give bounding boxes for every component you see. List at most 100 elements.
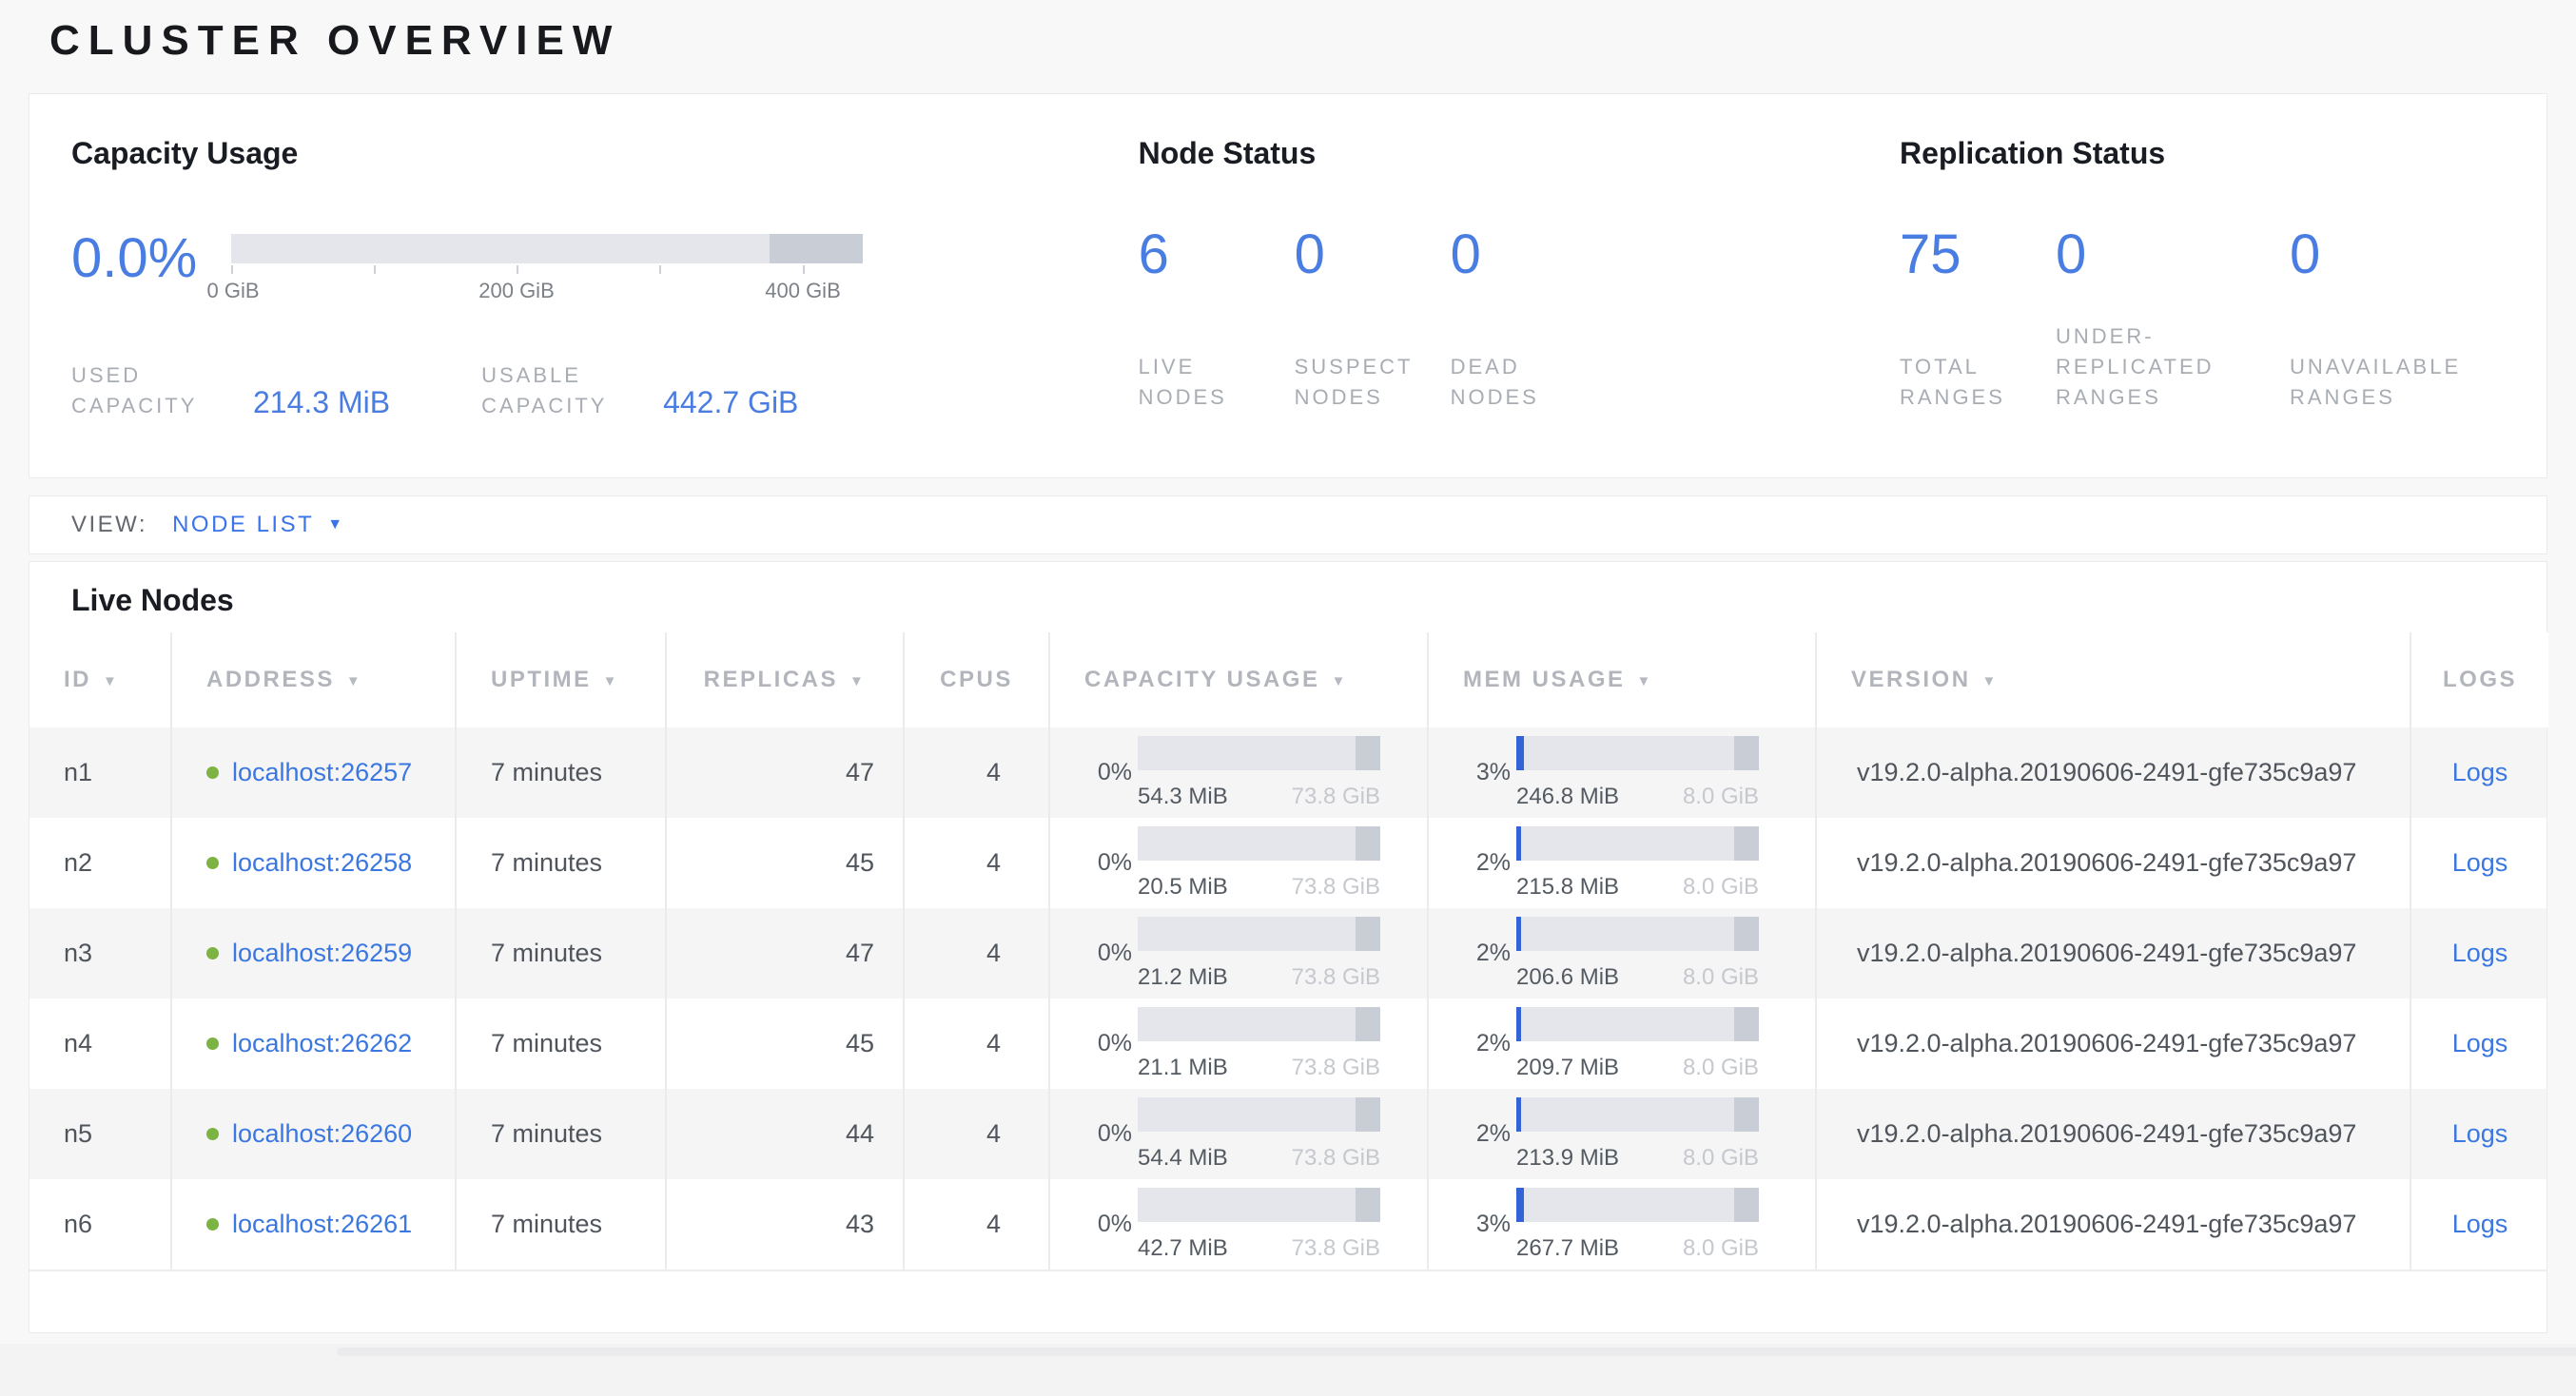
capacity-gauge-bar bbox=[231, 234, 863, 263]
node-replicas-cell: 44 bbox=[665, 1089, 903, 1179]
column-header-id[interactable]: ID ▼ bbox=[29, 632, 170, 727]
node-version-cell: v19.2.0-alpha.20190606-2491-gfe735c9a97 bbox=[1815, 908, 2410, 999]
capacity-percent: 0% bbox=[1084, 1120, 1132, 1148]
mem-used-fill bbox=[1516, 1188, 1524, 1222]
under-replicated-ranges-label: UNDER- REPLICATED RANGES bbox=[2056, 321, 2290, 413]
mem-used-value: 209.7 MiB bbox=[1516, 1055, 1619, 1081]
view-label: VIEW: bbox=[71, 512, 147, 538]
table-row: n6 localhost:26261 7 minutes 43 4 0% bbox=[29, 1179, 2547, 1270]
node-id-cell: n5 bbox=[29, 1089, 170, 1179]
node-logs-cell: Logs bbox=[2410, 818, 2548, 908]
mem-mini-bar bbox=[1516, 917, 1759, 951]
axis-label-400gib: 400 GiB bbox=[765, 279, 841, 303]
mem-reserved-segment bbox=[1734, 917, 1759, 951]
node-logs-cell: Logs bbox=[2410, 1179, 2548, 1270]
axis-label-0gib: 0 GiB bbox=[206, 279, 259, 303]
node-replicas-cell: 45 bbox=[665, 999, 903, 1089]
column-header-capacity-usage[interactable]: CAPACITY USAGE ▼ bbox=[1048, 632, 1427, 727]
node-logs-link[interactable]: Logs bbox=[2452, 1119, 2508, 1149]
node-status-section: Node Status 6 LIVE NODES 0 SUSPECT NODES… bbox=[1139, 138, 1900, 477]
node-replicas-cell: 45 bbox=[665, 818, 903, 908]
sort-arrow-icon: ▼ bbox=[849, 673, 866, 689]
table-row: n3 localhost:26259 7 minutes 47 4 0% bbox=[29, 908, 2547, 999]
capacity-used-value: 54.3 MiB bbox=[1138, 784, 1228, 810]
node-address-link[interactable]: localhost:26257 bbox=[232, 758, 412, 787]
node-version-cell: v19.2.0-alpha.20190606-2491-gfe735c9a97 bbox=[1815, 727, 2410, 818]
node-id-cell: n2 bbox=[29, 818, 170, 908]
node-logs-link[interactable]: Logs bbox=[2452, 758, 2508, 787]
node-logs-link[interactable]: Logs bbox=[2452, 848, 2508, 878]
sort-arrow-icon: ▼ bbox=[1637, 673, 1653, 689]
column-header-uptime[interactable]: UPTIME ▼ bbox=[455, 632, 665, 727]
node-mem-usage-cell: 2% 213.9 MiB 8.0 GiB bbox=[1427, 1089, 1815, 1179]
node-logs-cell: Logs bbox=[2410, 908, 2548, 999]
total-ranges-count: 75 bbox=[1900, 230, 2056, 280]
total-ranges-label: TOTAL RANGES bbox=[1900, 352, 2056, 413]
mem-mini-bar bbox=[1516, 736, 1759, 770]
node-version-cell: v19.2.0-alpha.20190606-2491-gfe735c9a97 bbox=[1815, 1089, 2410, 1179]
mem-reserved-segment bbox=[1734, 1007, 1759, 1041]
mem-used-value: 246.8 MiB bbox=[1516, 784, 1619, 810]
mem-total-value: 8.0 GiB bbox=[1683, 1055, 1759, 1081]
capacity-gauge-axis-labels: 0 GiB 200 GiB 400 GiB bbox=[231, 279, 863, 307]
mem-used-fill bbox=[1516, 1097, 1521, 1132]
node-id-cell: n3 bbox=[29, 908, 170, 999]
mem-reserved-segment bbox=[1734, 826, 1759, 861]
under-replicated-ranges-stat: 0 UNDER- REPLICATED RANGES bbox=[2056, 230, 2290, 413]
live-nodes-title: Live Nodes bbox=[29, 562, 2547, 632]
mem-used-value: 206.6 MiB bbox=[1516, 964, 1619, 991]
sort-arrow-icon: ▼ bbox=[103, 673, 119, 689]
capacity-nonusable-segment bbox=[1356, 1097, 1380, 1132]
usable-capacity-label: USABLE CAPACITY bbox=[481, 360, 657, 421]
under-replicated-ranges-count: 0 bbox=[2056, 230, 2290, 280]
node-logs-link[interactable]: Logs bbox=[2452, 1029, 2508, 1058]
column-header-replicas[interactable]: REPLICAS ▼ bbox=[665, 632, 903, 727]
capacity-mini-bar bbox=[1138, 736, 1380, 770]
capacity-usage-section: Capacity Usage 0.0% 0 GiB 200 GiB 400 Gi… bbox=[71, 138, 1139, 477]
capacity-nonusable-segment bbox=[1356, 917, 1380, 951]
mem-used-value: 215.8 MiB bbox=[1516, 874, 1619, 901]
node-address-link[interactable]: localhost:26260 bbox=[232, 1119, 412, 1149]
view-selector-bar: VIEW: NODE LIST ▼ bbox=[29, 495, 2547, 554]
suspect-nodes-count: 0 bbox=[1295, 230, 1451, 280]
capacity-total-value: 73.8 GiB bbox=[1292, 1145, 1380, 1172]
sort-arrow-icon: ▼ bbox=[346, 673, 362, 689]
node-address-link[interactable]: localhost:26259 bbox=[232, 939, 412, 968]
node-live-status-icon bbox=[206, 1037, 219, 1050]
column-header-mem-usage[interactable]: MEM USAGE ▼ bbox=[1427, 632, 1815, 727]
node-address-cell: localhost:26260 bbox=[170, 1089, 455, 1179]
node-address-link[interactable]: localhost:26262 bbox=[232, 1029, 412, 1058]
node-cpus-cell: 4 bbox=[903, 1179, 1048, 1270]
capacity-percent: 0% bbox=[1084, 940, 1132, 967]
node-mem-usage-cell: 3% 246.8 MiB 8.0 GiB bbox=[1427, 727, 1815, 818]
live-nodes-card: Live Nodes ID ▼ ADDRESS ▼ UPTIME ▼ REPLI… bbox=[29, 561, 2547, 1333]
node-uptime-cell: 7 minutes bbox=[455, 1179, 665, 1270]
table-row: n1 localhost:26257 7 minutes 47 4 0% bbox=[29, 727, 2547, 818]
node-version-cell: v19.2.0-alpha.20190606-2491-gfe735c9a97 bbox=[1815, 818, 2410, 908]
node-live-status-icon bbox=[206, 947, 219, 960]
dead-nodes-stat: 0 DEAD NODES bbox=[1451, 230, 1607, 413]
node-uptime-cell: 7 minutes bbox=[455, 908, 665, 999]
node-replicas-cell: 43 bbox=[665, 1179, 903, 1270]
node-address-link[interactable]: localhost:26258 bbox=[232, 848, 412, 878]
live-nodes-count: 6 bbox=[1139, 230, 1295, 280]
node-uptime-cell: 7 minutes bbox=[455, 999, 665, 1089]
node-live-status-icon bbox=[206, 766, 219, 779]
capacity-mini-bar bbox=[1138, 1188, 1380, 1222]
node-mem-usage-cell: 2% 209.7 MiB 8.0 GiB bbox=[1427, 999, 1815, 1089]
capacity-percent: 0% bbox=[1084, 1030, 1132, 1057]
node-capacity-usage-cell: 0% 54.4 MiB 73.8 GiB bbox=[1048, 1089, 1427, 1179]
table-row: n2 localhost:26258 7 minutes 45 4 0% bbox=[29, 818, 2547, 908]
mem-percent: 2% bbox=[1463, 1030, 1511, 1057]
used-capacity-label: USED CAPACITY bbox=[71, 360, 247, 421]
node-address-link[interactable]: localhost:26261 bbox=[232, 1210, 412, 1239]
column-header-version[interactable]: VERSION ▼ bbox=[1815, 632, 2410, 727]
view-dropdown[interactable]: NODE LIST ▼ bbox=[172, 512, 345, 538]
column-header-address[interactable]: ADDRESS ▼ bbox=[170, 632, 455, 727]
node-logs-link[interactable]: Logs bbox=[2452, 1210, 2508, 1239]
capacity-total-value: 73.8 GiB bbox=[1292, 964, 1380, 991]
capacity-percent: 0% bbox=[1084, 1211, 1132, 1238]
node-id-cell: n1 bbox=[29, 727, 170, 818]
node-logs-link[interactable]: Logs bbox=[2452, 939, 2508, 968]
sort-arrow-icon: ▼ bbox=[603, 673, 619, 689]
